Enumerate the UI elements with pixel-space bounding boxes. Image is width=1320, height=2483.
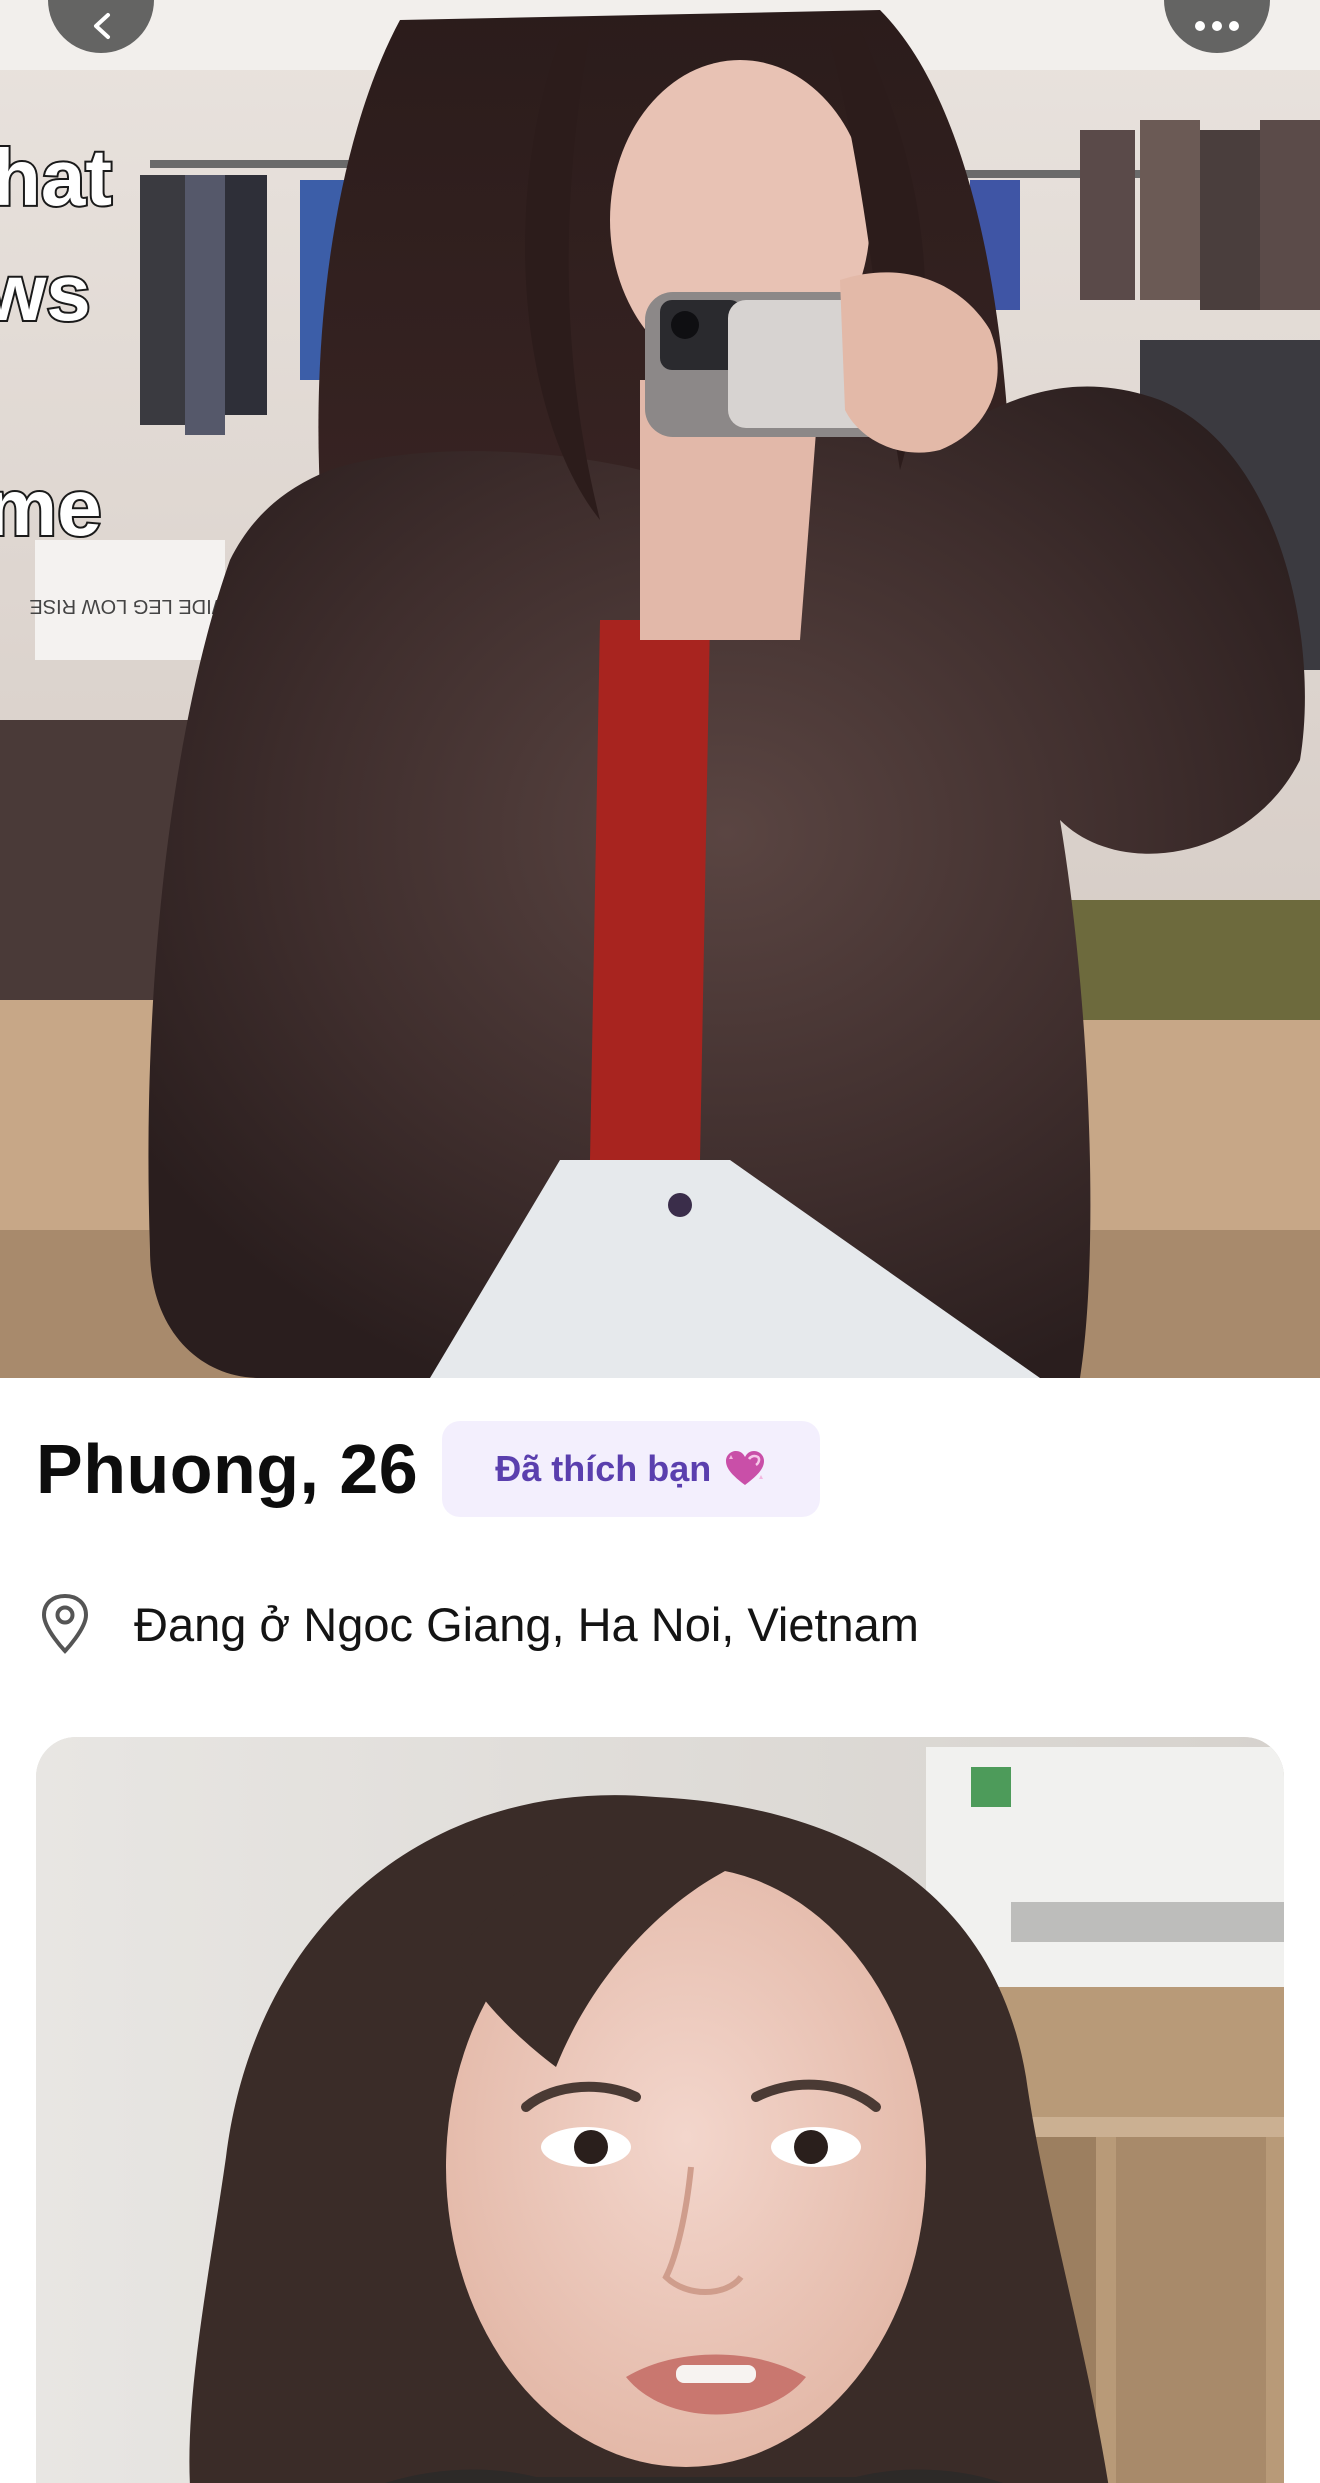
caption-line-3: me (0, 463, 102, 552)
location-row: Đang ở Ngoc Giang, Ha Noi, Vietnam (36, 1590, 919, 1658)
profile-name-age: Phuong, 26 (36, 1430, 419, 1508)
sign-text: WIDE LEG LOW RISE (29, 595, 230, 617)
main-photo-image: WIDE LEG LOW RISE hat ws me (0, 0, 1320, 1378)
caption-line-2: ws (0, 248, 91, 337)
main-profile-photo[interactable]: WIDE LEG LOW RISE hat ws me (0, 0, 1320, 1378)
liked-you-badge: Đã thích bạn (442, 1421, 821, 1517)
ellipsis-icon (1195, 21, 1239, 31)
location-text: Đang ở Ngoc Giang, Ha Noi, Vietnam (134, 1597, 919, 1651)
liked-you-badge-label: Đã thích bạn (495, 1448, 712, 1489)
caption-line-1: hat (0, 133, 112, 222)
second-profile-photo[interactable] (36, 1737, 1284, 2483)
second-photo-image (36, 1737, 1284, 2483)
heart-sparkle-icon (723, 1449, 767, 1489)
map-pin-icon (36, 1593, 94, 1655)
profile-page: WIDE LEG LOW RISE hat ws me Phuong, 26 Đ… (0, 0, 1320, 2483)
name-row: Phuong, 26 Đã thích bạn (36, 1420, 821, 1518)
chevron-left-icon (94, 13, 110, 39)
